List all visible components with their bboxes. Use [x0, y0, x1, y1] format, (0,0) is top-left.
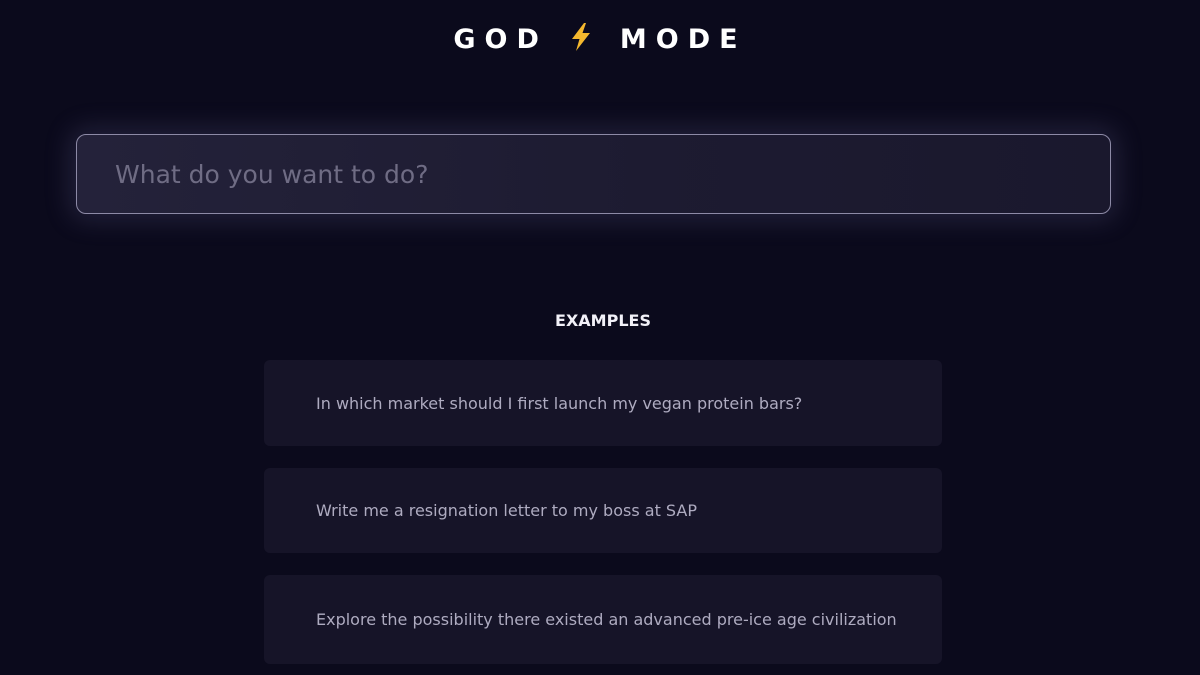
example-card-label: In which market should I first launch my… [316, 393, 803, 413]
page: GOD MODE EXAMPLES In which market should … [0, 0, 1200, 675]
example-card-pre-ice-age-civilization[interactable]: Explore the possibility there existed an… [264, 575, 942, 664]
search-box [76, 134, 1111, 214]
app-logo: GOD MODE [0, 22, 1200, 57]
example-card-vegan-protein-bars[interactable]: In which market should I first launch my… [264, 360, 942, 446]
lightning-bolt-icon [566, 22, 596, 52]
logo-text-god: GOD [453, 24, 548, 55]
example-card-label: Explore the possibility there existed an… [316, 610, 897, 629]
example-card-label: Write me a resignation letter to my boss… [316, 501, 697, 520]
examples-heading: EXAMPLES [555, 311, 651, 330]
logo-text-mode: MODE [619, 24, 747, 55]
example-card-resignation-letter[interactable]: Write me a resignation letter to my boss… [264, 468, 942, 553]
task-input[interactable] [77, 135, 1110, 213]
